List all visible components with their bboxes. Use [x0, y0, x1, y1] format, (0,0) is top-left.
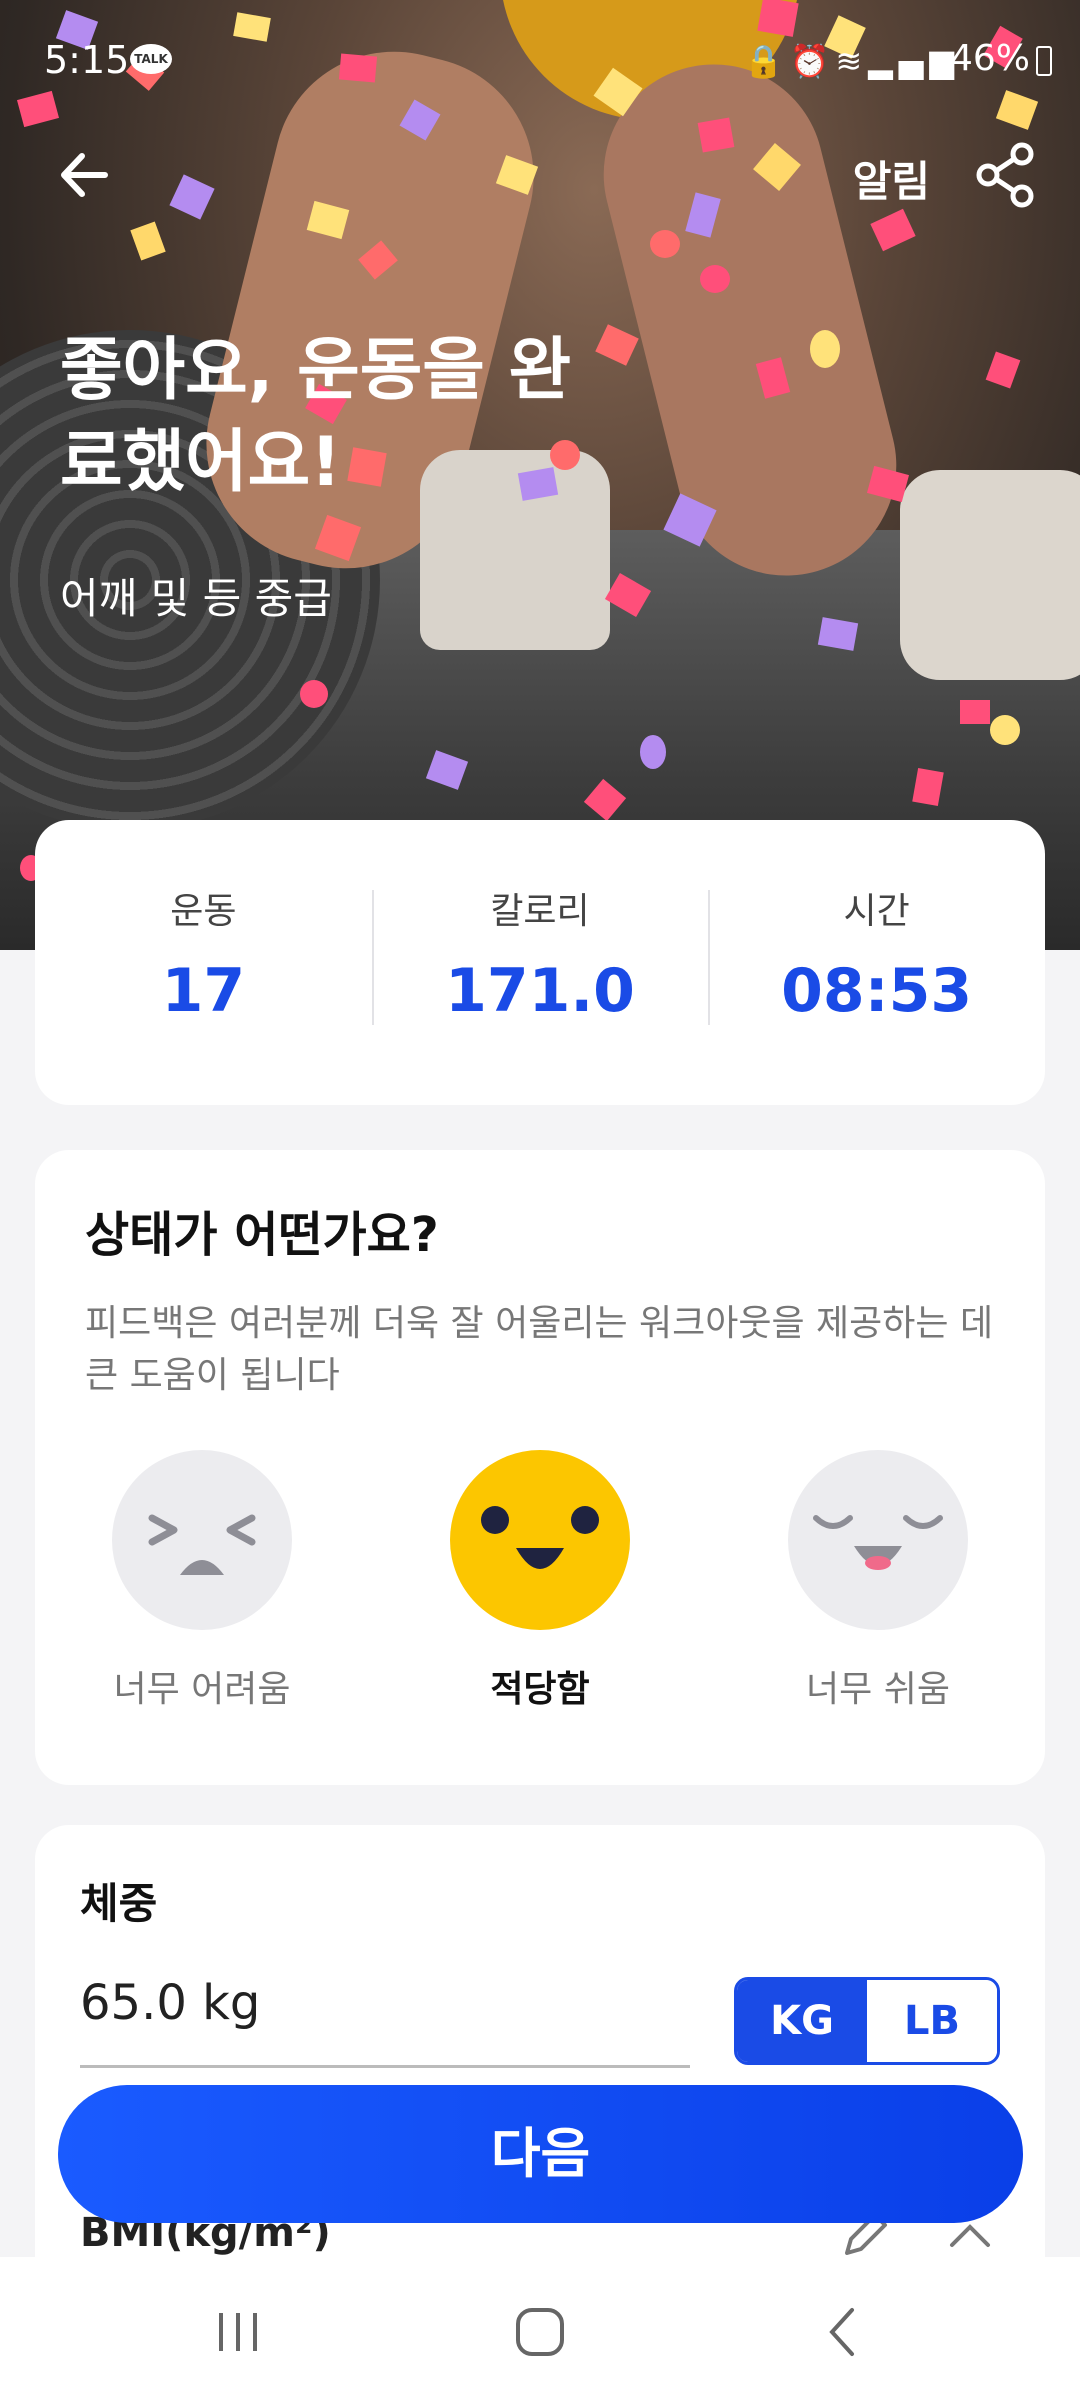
stats-card: 운동 17 칼로리 171.0 시간 08:53	[35, 820, 1045, 1105]
share-icon[interactable]	[970, 140, 1040, 210]
system-nav-bar	[0, 2257, 1080, 2400]
back-nav-icon[interactable]	[808, 2297, 878, 2367]
stat-value: 08:53	[781, 956, 973, 1026]
feedback-question: 상태가 어떤가요?	[85, 1207, 439, 1263]
status-bar: 5:15 TALK 🔒⏰≋▂▄▆ 46%	[0, 0, 1080, 120]
unit-kg-button[interactable]: KG	[737, 1980, 867, 2062]
talk-notification-icon: TALK	[130, 44, 172, 74]
stat-value: 17	[161, 956, 246, 1026]
stat-value: 171.0	[445, 956, 635, 1026]
signal-icon: ▂▄▆	[868, 42, 960, 80]
top-bar: 알림	[0, 130, 1080, 220]
weight-input[interactable]: 65.0 kg	[80, 1975, 260, 2031]
alarm-icon: ⏰	[789, 42, 836, 80]
status-time: 5:15	[44, 38, 130, 82]
unit-toggle: KG LB	[734, 1977, 1000, 2065]
stat-label: 시간	[843, 891, 910, 932]
option-label: 너무 어려움	[113, 1669, 291, 1710]
shoe-right	[900, 470, 1080, 680]
stat-label: 운동	[170, 891, 237, 932]
lock-icon: 🔒	[743, 42, 790, 80]
stat-label: 칼로리	[490, 891, 590, 932]
alarm-button[interactable]: 알림	[853, 148, 930, 209]
workout-name: 어깨 및 등 중급	[60, 574, 332, 623]
recent-apps-icon[interactable]	[203, 2297, 273, 2367]
hard-face-icon[interactable]	[112, 1450, 292, 1630]
weight-underline	[80, 2065, 690, 2068]
status-icons: 🔒⏰≋▂▄▆	[744, 42, 960, 80]
option-just-right[interactable]: 적당함	[440, 1450, 640, 1712]
option-label: 적당함	[490, 1669, 590, 1710]
stat-calories: 칼로리 171.0	[371, 820, 709, 1105]
option-too-hard[interactable]: 너무 어려움	[102, 1450, 302, 1712]
unit-lb-button[interactable]: LB	[867, 1980, 997, 2062]
battery-icon	[1036, 46, 1052, 76]
hero-title: 좋아요, 운동을 완료했어요!	[60, 331, 572, 502]
feedback-description: 피드백은 여러분께 더욱 잘 어울리는 워크아웃을 제공하는 데 큰 도움이 됩…	[85, 1303, 994, 1396]
stat-exercises: 운동 17	[35, 820, 372, 1105]
back-arrow-icon[interactable]	[50, 140, 120, 210]
battery-percent: 46%	[949, 38, 1030, 79]
option-too-easy[interactable]: 너무 쉬움	[778, 1450, 978, 1712]
option-label: 너무 쉬움	[806, 1669, 950, 1710]
happy-face-icon[interactable]	[450, 1450, 630, 1630]
home-icon[interactable]	[505, 2297, 575, 2367]
feedback-card: 상태가 어떤가요? 피드백은 여러분께 더욱 잘 어울리는 워크아웃을 제공하는…	[35, 1150, 1045, 1785]
wifi-icon: ≋	[835, 42, 869, 80]
easy-face-icon[interactable]	[788, 1450, 968, 1630]
stat-time: 시간 08:53	[708, 820, 1045, 1105]
weight-title: 체중	[80, 1879, 158, 1928]
next-button[interactable]: 다음	[58, 2085, 1023, 2223]
leg-right	[580, 41, 920, 599]
